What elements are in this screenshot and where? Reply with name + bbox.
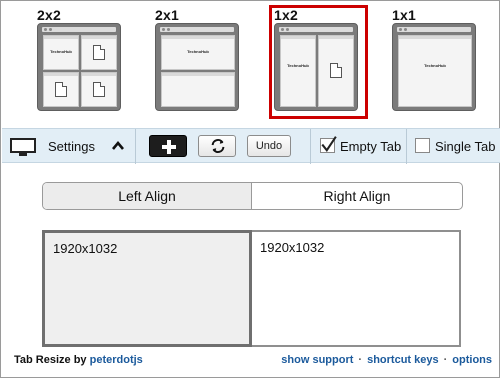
toolbar-divider [310,129,311,164]
resolution-panes: 1920x1032 1920x1032 [42,230,461,347]
separator-dot: · [358,354,363,366]
footer-links: show support · shortcut keys · options [281,354,492,366]
layout-label: 1x1 [392,7,416,23]
footer-credit: Tab Resize by [14,354,87,366]
author-link[interactable]: peterdotjs [90,354,143,366]
settings-label[interactable]: Settings [48,139,95,154]
layout-thumbnail: TechnoHub [37,23,121,111]
options-link[interactable]: options [452,354,492,366]
single-tab-label[interactable]: Single Tab [435,139,495,154]
document-icon [93,82,105,97]
right-align-button[interactable]: Right Align [252,183,462,209]
brand-text: TechnoHub [187,49,209,55]
layout-label: 2x2 [37,7,61,23]
footer: Tab Resize by peterdotjs show support · sh… [14,354,492,370]
empty-tab-checkbox[interactable] [320,136,337,153]
layout-label: 2x1 [155,7,179,23]
document-icon [93,45,105,60]
toolbar-divider [135,129,136,164]
chevron-up-icon[interactable] [112,140,124,152]
align-toggle: Left Align Right Align [42,182,463,210]
add-layout-button[interactable] [149,135,187,157]
reset-button[interactable] [198,135,236,157]
monitor-icon[interactable] [10,138,36,156]
pane-right[interactable]: 1920x1032 [252,230,461,347]
refresh-icon [211,139,225,153]
toolbar: Settings Undo Empty Tab Single Tab [2,128,500,164]
selected-layout-highlight [269,5,368,119]
popup-frame: 2x2 TechnoHub 2x1 TechnoHub 1x2 TechnoHu… [0,0,500,378]
separator-dot: · [443,354,448,366]
empty-tab-label[interactable]: Empty Tab [340,139,401,154]
pane-left[interactable]: 1920x1032 [42,230,252,347]
left-align-button[interactable]: Left Align [43,183,252,209]
pane-resolution: 1920x1032 [260,240,325,255]
shortcut-keys-link[interactable]: shortcut keys [367,354,439,366]
checkmark-icon [321,136,337,152]
layout-thumbnail: TechnoHub [155,23,239,111]
layout-thumbnail: TechnoHub [392,23,476,111]
show-support-link[interactable]: show support [281,354,353,366]
toolbar-divider [406,129,407,164]
document-icon [55,82,67,97]
brand-text: TechnoHub [424,62,446,68]
single-tab-checkbox[interactable] [415,138,430,153]
undo-button[interactable]: Undo [247,135,291,157]
brand-text: TechnoHub [50,49,72,55]
layout-gallery: 2x2 TechnoHub 2x1 TechnoHub 1x2 TechnoHu… [1,1,500,127]
pane-resolution: 1920x1032 [53,241,118,256]
